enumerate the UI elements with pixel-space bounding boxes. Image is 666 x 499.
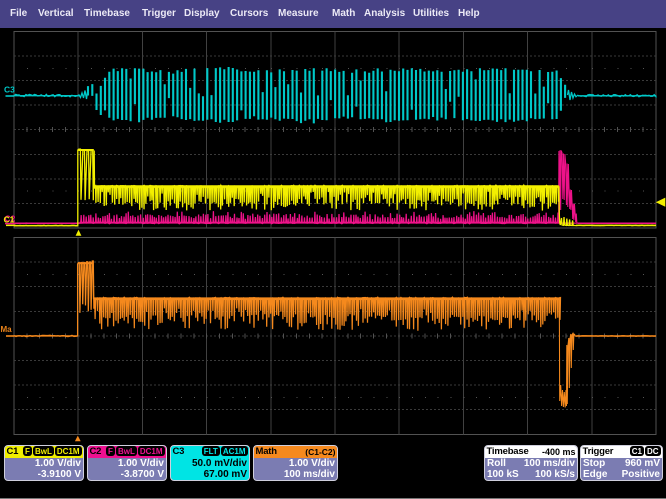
svg-text:C3: C3 (4, 85, 15, 95)
svg-text:Ma: Ma (1, 325, 13, 334)
